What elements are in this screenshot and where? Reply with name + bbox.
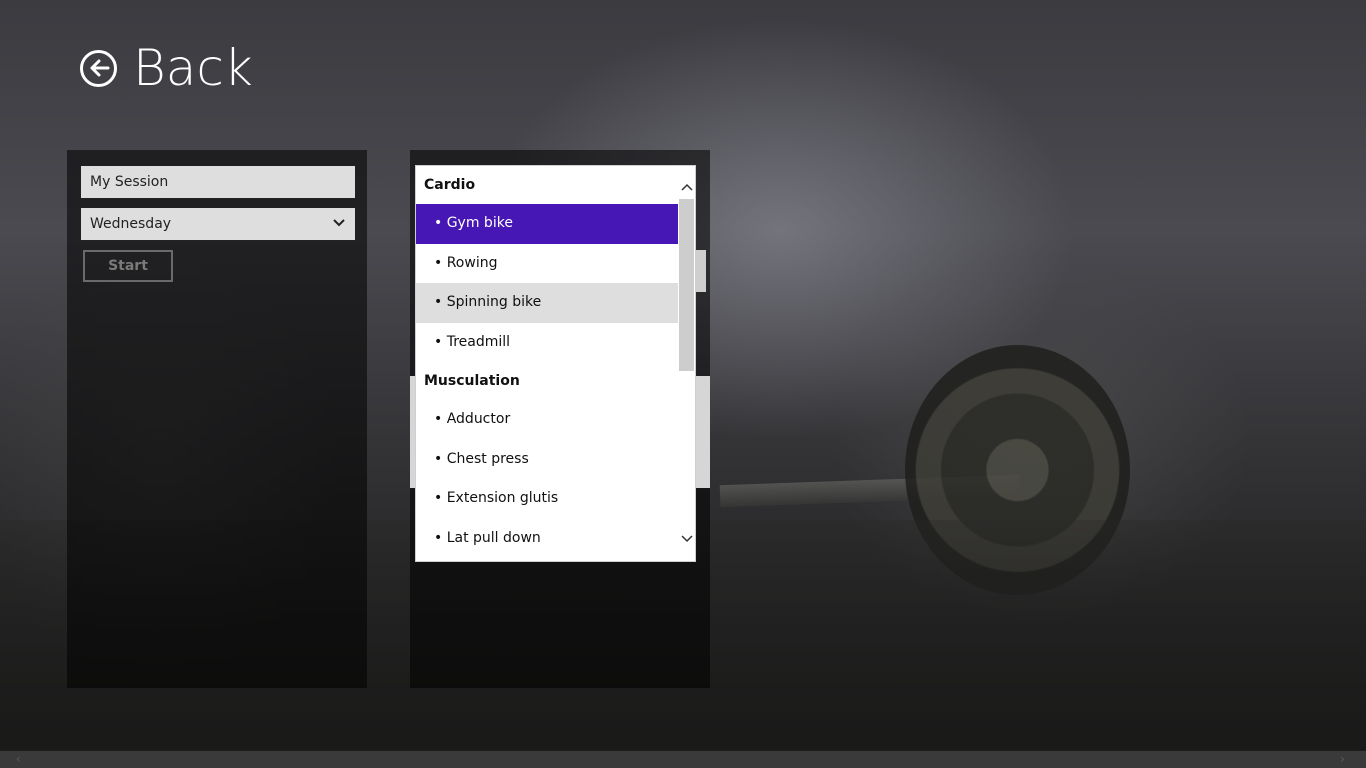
list-item-spinning-bike[interactable]: • Spinning bike xyxy=(416,283,678,323)
start-button[interactable]: Start xyxy=(83,250,173,282)
session-name-input[interactable] xyxy=(81,166,355,198)
exercise-list[interactable]: Cardio • Gym bike • Rowing • Spinning bi… xyxy=(415,165,696,562)
back-button[interactable]: Back xyxy=(80,38,253,98)
list-item-gym-bike[interactable]: • Gym bike xyxy=(416,204,678,244)
list-item-chest-press[interactable]: • Chest press xyxy=(416,440,678,480)
exercise-list-items: Cardio • Gym bike • Rowing • Spinning bi… xyxy=(416,166,678,558)
chevron-up-icon[interactable] xyxy=(678,174,695,200)
back-label: Back xyxy=(133,39,253,97)
list-item-adductor[interactable]: • Adductor xyxy=(416,400,678,440)
day-dropdown-value: Wednesday xyxy=(90,216,172,232)
panel-underlay xyxy=(696,250,706,292)
list-item-lat-pull-down[interactable]: • Lat pull down xyxy=(416,519,678,559)
group-header-musculation: Musculation xyxy=(424,373,520,389)
scrollbar-thumb[interactable] xyxy=(679,199,694,371)
day-dropdown[interactable]: Wednesday xyxy=(81,208,355,240)
list-item-treadmill[interactable]: • Treadmill xyxy=(416,323,678,363)
list-scrollbar[interactable] xyxy=(678,166,695,561)
scroll-right-icon[interactable]: › xyxy=(1340,751,1345,768)
group-header-cardio: Cardio xyxy=(424,177,476,193)
horizontal-scrollbar[interactable]: ‹ › xyxy=(0,751,1366,768)
session-panel: Wednesday Start xyxy=(67,150,367,688)
chevron-down-icon[interactable] xyxy=(678,526,695,552)
list-item-rowing[interactable]: • Rowing xyxy=(416,244,678,284)
chevron-down-icon xyxy=(332,216,346,232)
back-arrow-icon xyxy=(80,49,117,87)
list-item-extension-glutis[interactable]: • Extension glutis xyxy=(416,479,678,519)
scroll-left-icon[interactable]: ‹ xyxy=(16,751,21,768)
